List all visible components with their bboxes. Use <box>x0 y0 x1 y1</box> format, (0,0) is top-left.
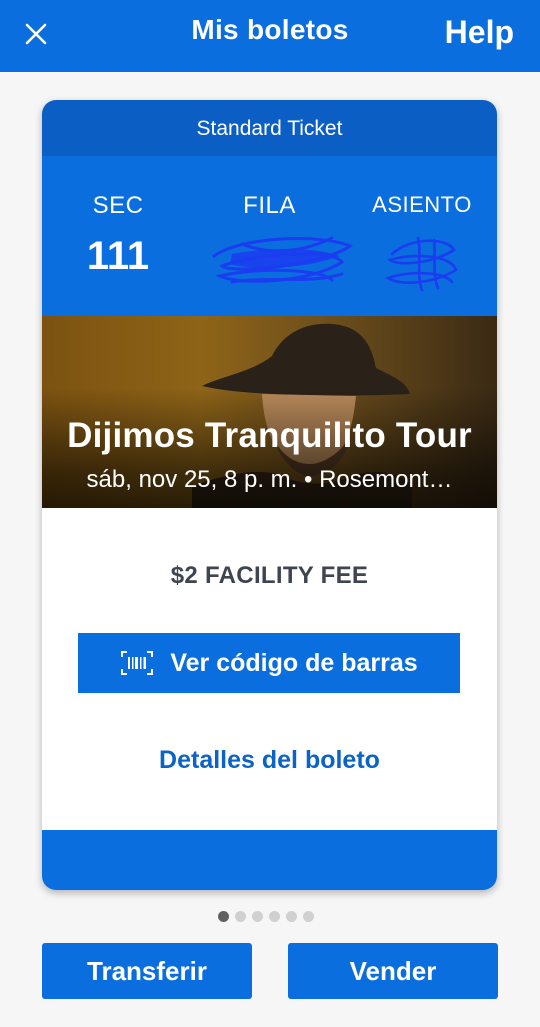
ticket-type-label: Standard Ticket <box>42 100 497 156</box>
section-value: 111 <box>86 234 150 278</box>
seat-redaction-scribble <box>385 236 458 292</box>
page-dot[interactable] <box>252 911 263 922</box>
section-label: SEC <box>92 192 144 219</box>
sell-button[interactable]: Vender <box>288 943 498 999</box>
row-label: FILA <box>243 192 296 219</box>
ticket-card: Standard Ticket SEC 111 FILA ASIENTO Dij… <box>42 100 497 890</box>
help-link[interactable]: Help <box>445 14 514 51</box>
ticket-details-link[interactable]: Detalles del boleto <box>42 746 497 775</box>
seat-label: ASIENTO <box>372 192 472 217</box>
view-barcode-button[interactable]: Ver código de barras <box>78 633 460 693</box>
top-app-bar: Mis boletos Help <box>0 0 540 72</box>
seat-info: SEC 111 FILA ASIENTO <box>42 156 497 316</box>
page-dot[interactable] <box>303 911 314 922</box>
event-date-venue: sáb, nov 25, 8 p. m. • Rosemont… <box>86 466 453 493</box>
row-redaction-scribble <box>212 236 354 284</box>
facility-fee: $2 FACILITY FEE <box>170 562 369 589</box>
ticket-footer-bar <box>42 830 497 890</box>
page-dot[interactable] <box>269 911 280 922</box>
page-dot[interactable] <box>235 911 246 922</box>
event-title: Dijimos Tranquilito Tour <box>67 416 472 455</box>
page-indicator <box>218 911 314 922</box>
section-column: SEC 111 <box>72 192 164 282</box>
page-dot[interactable] <box>286 911 297 922</box>
transfer-button[interactable]: Transferir <box>42 943 252 999</box>
barcode-icon <box>121 651 154 675</box>
page-dot-active[interactable] <box>218 911 229 922</box>
event-banner[interactable]: Dijimos Tranquilito Tour sáb, nov 25, 8 … <box>42 316 497 508</box>
view-barcode-label: Ver código de barras <box>170 648 418 677</box>
